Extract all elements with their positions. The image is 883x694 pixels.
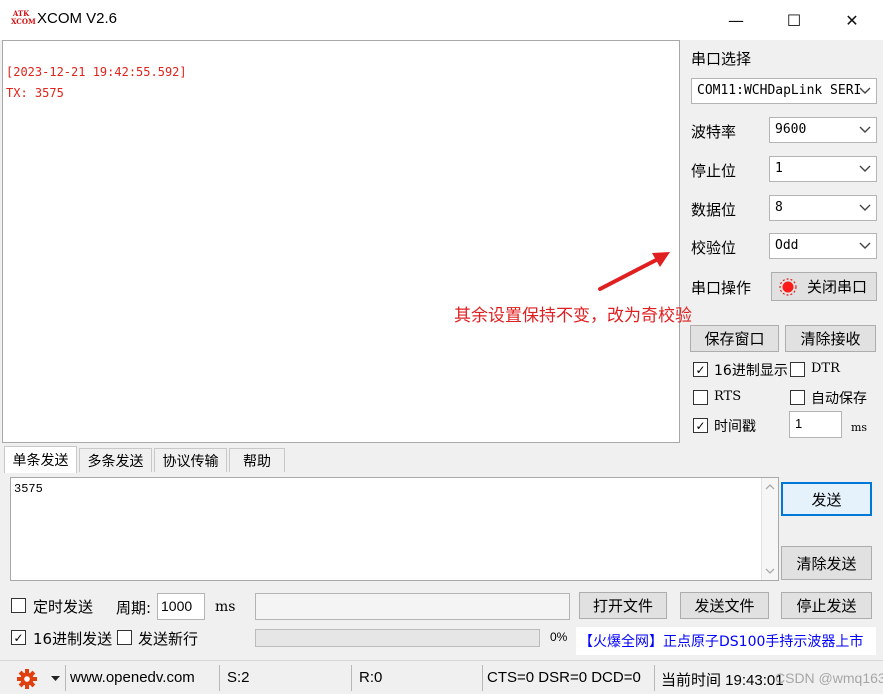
parity-value: Odd — [775, 238, 799, 253]
progress-label: 0% — [550, 630, 568, 644]
clear-send-button[interactable]: 清除发送 — [781, 546, 872, 580]
timed-send-checkbox[interactable] — [11, 598, 26, 613]
receive-line-timestamp: [2023-12-21 19:42:55.592] — [6, 65, 187, 79]
status-bar: www.openedv.com S:2 R:0 CTS=0 DSR=0 DCD=… — [0, 660, 883, 694]
baud-label: 波特率 — [691, 123, 737, 141]
tab-protocol[interactable]: 协议传输 — [154, 448, 227, 472]
send-scrollbar[interactable] — [761, 478, 778, 580]
hex-send-label: 16进制发送 — [33, 630, 113, 648]
hex-display-label: 16进制显示 — [714, 363, 788, 379]
maximize-button[interactable]: ☐ — [765, 0, 823, 40]
send-text: 3575 — [14, 482, 43, 496]
website-link[interactable]: www.openedv.com — [70, 669, 195, 686]
port-select[interactable]: COM11:WCHDapLink SERI — [691, 78, 877, 104]
rts-label: RTS — [714, 389, 742, 404]
receive-line-tx: TX: 3575 — [6, 86, 64, 100]
gear-icon[interactable] — [16, 668, 38, 690]
window-title: XCOM V2.6 — [37, 10, 118, 27]
stop-bits-label: 停止位 — [691, 162, 737, 180]
period-label: 周期: — [116, 599, 152, 617]
current-time: 当前时间 19:43:01 — [661, 672, 784, 689]
save-window-button[interactable]: 保存窗口 — [690, 325, 779, 352]
auto-save-checkbox[interactable] — [790, 390, 805, 405]
tab-multi-send[interactable]: 多条发送 — [79, 448, 152, 472]
stop-send-button[interactable]: 停止发送 — [781, 592, 872, 619]
send-progress-bar — [255, 629, 540, 647]
chevron-down-icon — [859, 165, 871, 172]
dtr-label: DTR — [811, 361, 840, 376]
close-port-label: 关闭串口 — [807, 278, 868, 296]
chevron-down-icon — [859, 242, 871, 249]
hex-send-checkbox[interactable]: ✓ — [11, 630, 26, 645]
data-bits-select[interactable]: 8 — [769, 195, 877, 221]
send-textarea[interactable]: 3575 — [10, 477, 779, 581]
send-file-button[interactable]: 发送文件 — [680, 592, 769, 619]
period-input[interactable]: 1000 — [157, 593, 205, 620]
auto-save-label: 自动保存 — [811, 391, 867, 407]
send-newline-checkbox[interactable] — [117, 630, 132, 645]
chevron-down-icon — [859, 87, 871, 94]
port-select-label: 串口选择 — [691, 50, 752, 68]
modem-signals: CTS=0 DSR=0 DCD=0 — [487, 669, 641, 686]
ad-link[interactable]: 【火爆全网】正点原子DS100手持示波器上市 — [576, 627, 876, 655]
scroll-up-icon[interactable] — [764, 482, 776, 492]
parity-label: 校验位 — [691, 239, 737, 257]
data-bits-label: 数据位 — [691, 201, 737, 219]
port-status-light-icon — [779, 277, 797, 296]
minimize-button[interactable]: — — [707, 0, 765, 40]
close-button[interactable]: ✕ — [823, 0, 881, 40]
tab-help[interactable]: 帮助 — [229, 448, 285, 472]
port-select-value: COM11:WCHDapLink SERI — [697, 83, 862, 98]
app-logo: ATK XCOM — [11, 9, 36, 26]
period-ms-label: ms — [215, 599, 236, 615]
chevron-down-icon — [859, 204, 871, 211]
hex-display-checkbox[interactable]: ✓ — [693, 362, 708, 377]
annotation-arrow — [598, 252, 670, 291]
rts-checkbox[interactable] — [693, 390, 708, 405]
timestamp-ms-label: ms — [851, 421, 868, 434]
sent-count: S:2 — [227, 669, 250, 686]
receive-textarea[interactable]: [2023-12-21 19:42:55.592] TX: 3575 — [2, 40, 680, 443]
baud-value: 9600 — [775, 122, 807, 137]
tab-single-send[interactable]: 单条发送 — [4, 446, 77, 473]
data-bits-value: 8 — [775, 200, 783, 215]
caret-down-icon[interactable] — [51, 676, 60, 682]
received-count: R:0 — [359, 669, 383, 686]
send-newline-label: 发送新行 — [138, 630, 199, 648]
clear-receive-button[interactable]: 清除接收 — [785, 325, 876, 352]
stop-bits-select[interactable]: 1 — [769, 156, 877, 182]
title-bar: ATK XCOM XCOM V2.6 — ☐ ✕ — [0, 0, 883, 40]
stop-bits-value: 1 — [775, 161, 783, 176]
timestamp-input[interactable]: 1 — [789, 411, 842, 438]
scroll-down-icon[interactable] — [764, 566, 776, 576]
annotation-text: 其余设置保持不变，改为奇校验 — [454, 306, 692, 326]
timestamp-label: 时间戳 — [714, 419, 756, 435]
port-operation-label: 串口操作 — [691, 279, 752, 297]
chevron-down-icon — [859, 126, 871, 133]
file-path-input[interactable] — [255, 593, 570, 620]
timestamp-checkbox[interactable]: ✓ — [693, 418, 708, 433]
dtr-checkbox[interactable] — [790, 362, 805, 377]
baud-select[interactable]: 9600 — [769, 117, 877, 143]
watermark: CSDN @wmq163 — [775, 670, 883, 686]
open-file-button[interactable]: 打开文件 — [579, 592, 667, 619]
parity-select[interactable]: Odd — [769, 233, 877, 259]
timed-send-label: 定时发送 — [33, 598, 94, 616]
send-button[interactable]: 发送 — [781, 482, 872, 516]
close-port-button[interactable]: 关闭串口 — [771, 272, 877, 301]
